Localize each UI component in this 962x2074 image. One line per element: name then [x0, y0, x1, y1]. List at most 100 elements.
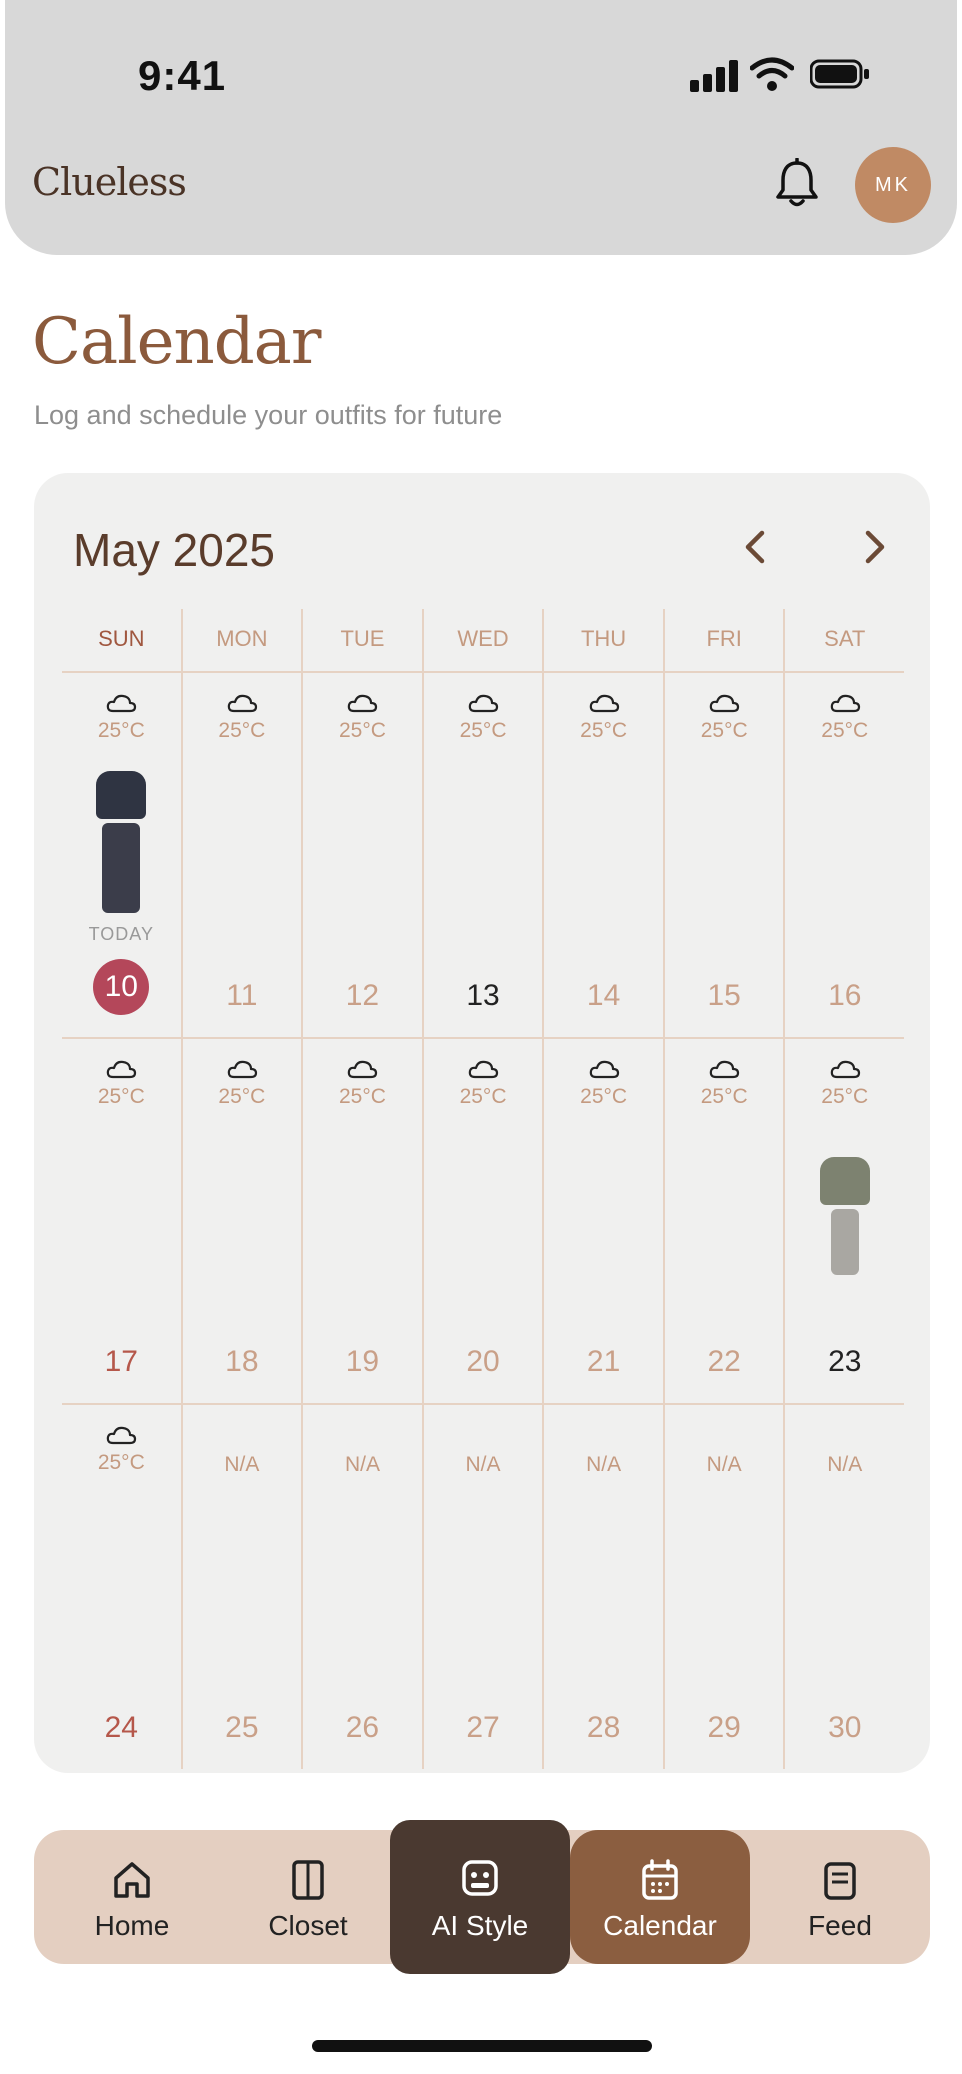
day-temperature: 25°C [700, 719, 748, 742]
outfit-thumbnail[interactable] [102, 823, 141, 913]
wifi-icon [750, 57, 794, 91]
day-number: 27 [466, 1711, 500, 1744]
day-number: 21 [586, 1345, 621, 1378]
nav-calendar[interactable]: Calendar [570, 1830, 750, 1964]
page-title: Calendar [32, 305, 321, 379]
day-cell[interactable]: 25°C 16 [783, 673, 904, 1037]
day-number: 28 [586, 1711, 621, 1744]
day-temperature: N/A [827, 1453, 863, 1476]
cloud-icon [346, 1059, 378, 1079]
today-label: TODAY [88, 924, 154, 944]
day-temperature: 25°C [459, 719, 507, 742]
app-logo[interactable]: Clueless [32, 160, 187, 204]
nav-closet-label: Closet [268, 1910, 348, 1941]
outfit-thumbnail[interactable] [830, 1209, 859, 1275]
today-date-badge[interactable]: 10 [93, 959, 150, 1015]
feed-icon [824, 1862, 856, 1900]
day-number: 17 [104, 1345, 138, 1378]
day-cell[interactable]: 25°C 13 [421, 673, 543, 1037]
day-cell[interactable]: 25°C 20 [421, 1039, 543, 1403]
nav-closet[interactable]: Closet [220, 1830, 396, 1964]
day-temperature: 25°C [700, 1085, 748, 1108]
cloud-icon [829, 1059, 861, 1079]
day-number: 14 [586, 979, 621, 1012]
day-number: 29 [707, 1711, 741, 1744]
app-screen: 9:41 Clueless MK Calendar Log and schedu… [0, 0, 962, 2074]
day-number: 19 [345, 1345, 380, 1378]
calendar-card: May 2025 SUN MON TUE WED THU FRI SAT 25°… [34, 473, 930, 1773]
day-temperature: N/A [706, 1453, 742, 1476]
day-temperature: N/A [344, 1453, 380, 1476]
day-cell[interactable]: 25°C 14 [542, 673, 663, 1037]
home-indicator [312, 2040, 652, 2052]
calendar-week: 25°C TODAY 10 25°C 11 25°C 12 25°C 13 25°C 14 25°C 1… [62, 673, 904, 1039]
cloud-icon [708, 693, 740, 713]
day-cell[interactable]: 25°C 12 [301, 673, 422, 1037]
day-cell[interactable]: N/A 25 [180, 1405, 302, 1769]
cloud-icon [105, 1425, 137, 1445]
day-number: 18 [225, 1345, 259, 1378]
day-cell[interactable]: N/A 28 [542, 1405, 663, 1769]
weekday-label: THU [542, 609, 663, 671]
day-cell[interactable]: 25°C 17 [62, 1039, 181, 1403]
day-temperature: 25°C [338, 1085, 386, 1108]
day-number: 15 [707, 979, 741, 1012]
day-temperature: 25°C [821, 1085, 869, 1108]
nav-calendar-label: Calendar [603, 1910, 717, 1941]
signal-icon [690, 60, 740, 92]
day-temperature: 25°C [97, 1085, 145, 1108]
day-number: 20 [466, 1345, 500, 1378]
day-cell[interactable]: 25°C 15 [662, 673, 784, 1037]
calendar-grid: SUN MON TUE WED THU FRI SAT 25°C TODAY 10 2… [62, 609, 904, 1769]
nav-feed[interactable]: Feed [752, 1830, 928, 1964]
day-temperature: 25°C [97, 1451, 145, 1474]
day-cell[interactable]: N/A 27 [421, 1405, 543, 1769]
cloud-icon [105, 693, 137, 713]
chevron-left-icon[interactable] [734, 521, 778, 573]
day-cell[interactable]: 25°C TODAY 10 [62, 673, 181, 1037]
cloud-icon [588, 1059, 620, 1079]
nav-ai-style[interactable]: AI Style [390, 1820, 570, 1974]
day-number: 12 [345, 979, 380, 1012]
weekday-header: SUN MON TUE WED THU FRI SAT [62, 609, 904, 673]
nav-home-label: Home [94, 1910, 170, 1941]
weekday-label: SUN [98, 626, 145, 651]
day-cell[interactable]: N/A 30 [783, 1405, 904, 1769]
calendar-week: 25°C 17 25°C 18 25°C 19 25°C 20 25°C 21 25°C 22 25°C… [62, 1039, 904, 1405]
bell-icon[interactable] [772, 158, 822, 210]
calendar-icon [642, 1859, 678, 1900]
day-number: 16 [828, 979, 862, 1012]
bottom-nav: Home Closet AI Style Calendar Feed [34, 1820, 930, 1974]
day-number: 11 [226, 979, 258, 1012]
closet-icon [292, 1860, 324, 1900]
day-cell[interactable]: N/A 29 [662, 1405, 784, 1769]
day-cell[interactable]: 25°C 24 [62, 1405, 181, 1769]
day-cell[interactable]: 25°C 18 [180, 1039, 302, 1403]
calendar-weeks: 25°C TODAY 10 25°C 11 25°C 12 25°C 13 25°C 14 25°C 1… [62, 673, 904, 1769]
chevron-right-icon[interactable] [852, 521, 896, 573]
day-temperature: 25°C [580, 719, 628, 742]
nav-home[interactable]: Home [44, 1830, 220, 1964]
outfit-thumbnail[interactable] [819, 1157, 870, 1205]
day-number: 13 [466, 979, 500, 1012]
day-temperature: N/A [224, 1453, 260, 1476]
top-bar [5, 0, 957, 255]
nav-ai-style-label: AI Style [431, 1910, 529, 1941]
day-temperature: 25°C [218, 719, 266, 742]
day-cell[interactable]: 25°C 21 [542, 1039, 663, 1403]
day-temperature: 25°C [218, 1085, 266, 1108]
status-time: 9:41 [138, 52, 227, 99]
avatar[interactable]: MK [855, 147, 931, 223]
month-title: May 2025 [73, 524, 276, 576]
outfit-thumbnail[interactable] [96, 771, 147, 819]
day-cell[interactable]: 25°C 11 [180, 673, 302, 1037]
day-cell[interactable]: 25°C 22 [662, 1039, 784, 1403]
nav-feed-label: Feed [808, 1910, 872, 1941]
cloud-icon [105, 1059, 137, 1079]
day-temperature: N/A [465, 1453, 501, 1476]
day-temperature: 25°C [459, 1085, 507, 1108]
day-cell[interactable]: 25°C 23 [783, 1039, 904, 1403]
day-cell[interactable]: N/A 26 [301, 1405, 422, 1769]
day-temperature: 25°C [580, 1085, 628, 1108]
day-cell[interactable]: 25°C 19 [301, 1039, 422, 1403]
